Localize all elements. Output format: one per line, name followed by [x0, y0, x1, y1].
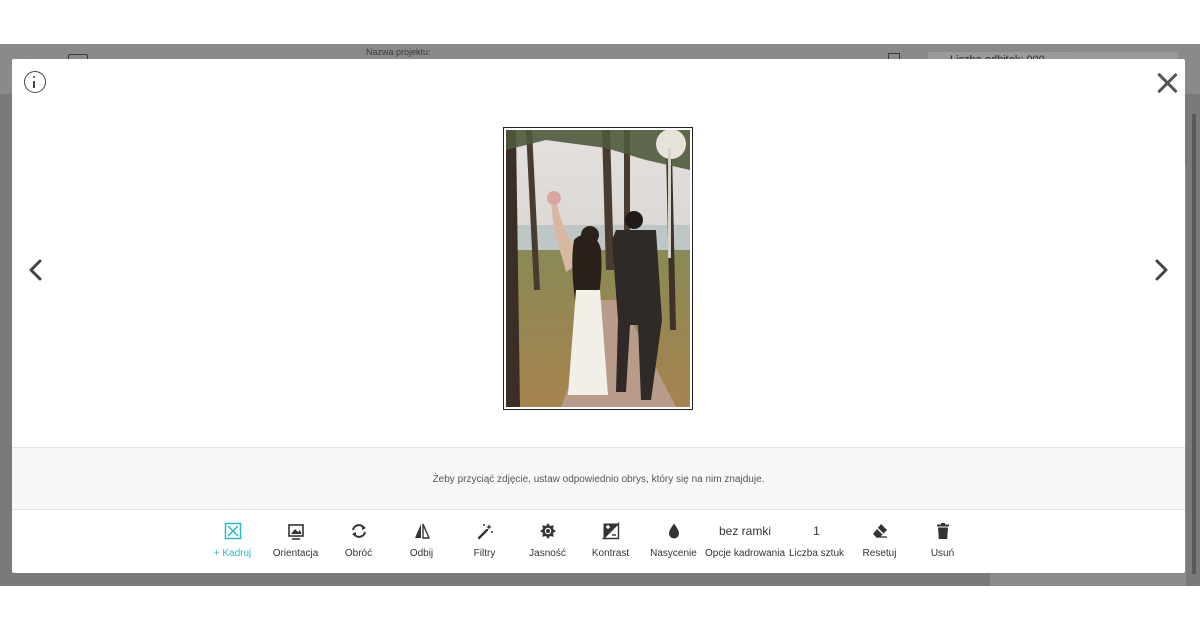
- magic-wand-icon: [476, 520, 494, 542]
- tool-label: Resetuj: [862, 548, 897, 559]
- tool-reset[interactable]: Resetuj: [848, 520, 911, 570]
- tool-label: Liczba sztuk: [788, 548, 845, 559]
- crop-frame[interactable]: [503, 127, 693, 410]
- background-scrollbar: [1192, 114, 1196, 574]
- tool-orientation[interactable]: Orientacja: [264, 520, 327, 570]
- crop-icon: [224, 520, 242, 542]
- flip-icon: [413, 520, 431, 542]
- tool-contrast[interactable]: Kontrast: [579, 520, 642, 570]
- eraser-icon: [871, 520, 889, 542]
- info-icon[interactable]: [24, 71, 46, 93]
- rotate-icon: [350, 520, 368, 542]
- tool-brightness[interactable]: Jasność: [516, 520, 579, 570]
- tool-saturation[interactable]: Nasycenie: [642, 520, 705, 570]
- tool-label: Usuń: [930, 548, 955, 559]
- trash-icon: [934, 520, 952, 542]
- chevron-left-icon[interactable]: [26, 259, 46, 281]
- tool-flip[interactable]: Odbij: [390, 520, 453, 570]
- tool-label: Opcje kadrowania: [704, 548, 786, 559]
- tool-filters[interactable]: Filtry: [453, 520, 516, 570]
- chevron-right-icon[interactable]: [1151, 259, 1171, 281]
- tool-rotate[interactable]: Obróć: [327, 520, 390, 570]
- brightness-icon: [539, 520, 557, 542]
- quantity-value: 1: [813, 524, 820, 538]
- tool-label: Odbij: [409, 548, 434, 559]
- tool-crop[interactable]: + Kadruj: [201, 520, 264, 570]
- tool-quantity[interactable]: 1 Liczba sztuk: [785, 520, 848, 570]
- saturation-drop-icon: [665, 520, 683, 542]
- orientation-icon: [287, 520, 305, 542]
- hint-bar: Żeby przyciąć zdjęcie, ustaw odpowiednio…: [12, 447, 1185, 510]
- tool-label: Jasność: [529, 548, 566, 559]
- tool-crop-options[interactable]: bez ramki Opcje kadrowania: [705, 520, 785, 570]
- tool-label: Filtry: [473, 548, 496, 559]
- photo-editor-modal: Żeby przyciąć zdjęcie, ustaw odpowiednio…: [12, 59, 1185, 573]
- project-name-label: Nazwa projektu:: [366, 47, 431, 57]
- tool-label: Obróć: [344, 548, 373, 559]
- tool-delete[interactable]: Usuń: [911, 520, 974, 570]
- crop-hint-text: Żeby przyciąć zdjęcie, ustaw odpowiednio…: [432, 474, 765, 485]
- photo-preview: [506, 130, 690, 407]
- tool-label: + Kadruj: [213, 548, 252, 559]
- tool-label: Orientacja: [272, 548, 319, 559]
- editor-toolbar: + Kadruj Orientacja Obróć Odbij Filtry J…: [201, 520, 974, 570]
- close-icon[interactable]: [1155, 71, 1179, 95]
- crop-option-value: bez ramki: [718, 524, 771, 538]
- tool-label: Kontrast: [591, 548, 630, 559]
- tool-label: Nasycenie: [650, 548, 697, 559]
- contrast-icon: [601, 520, 620, 542]
